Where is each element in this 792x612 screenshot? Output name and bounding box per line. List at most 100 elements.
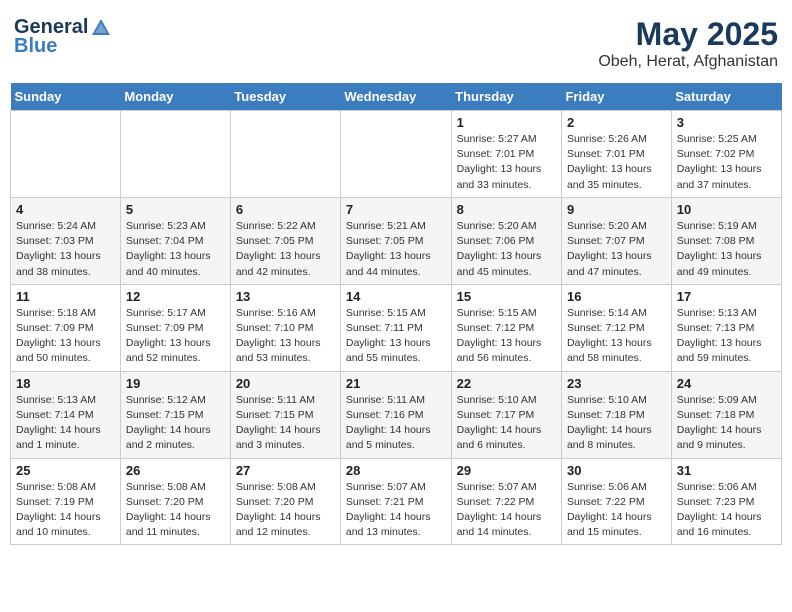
day-header-monday: Monday — [120, 83, 230, 111]
day-number: 20 — [236, 376, 335, 391]
day-number: 5 — [126, 202, 225, 217]
day-number: 24 — [677, 376, 776, 391]
calendar-cell: 14 Sunrise: 5:15 AM Sunset: 7:11 PM Dayli… — [340, 284, 451, 371]
day-header-sunday: Sunday — [11, 83, 121, 111]
day-number: 12 — [126, 289, 225, 304]
day-info: Sunrise: 5:20 AM Sunset: 7:07 PM Dayligh… — [567, 219, 666, 280]
week-row-3: 11 Sunrise: 5:18 AM Sunset: 7:09 PM Dayli… — [11, 284, 782, 371]
day-number: 25 — [16, 463, 115, 478]
day-number: 11 — [16, 289, 115, 304]
day-number: 2 — [567, 115, 666, 130]
day-header-friday: Friday — [561, 83, 671, 111]
day-number: 31 — [677, 463, 776, 478]
calendar-cell: 20 Sunrise: 5:11 AM Sunset: 7:15 PM Dayli… — [230, 371, 340, 458]
day-header-thursday: Thursday — [451, 83, 561, 111]
day-header-row: SundayMondayTuesdayWednesdayThursdayFrid… — [11, 83, 782, 111]
day-info: Sunrise: 5:07 AM Sunset: 7:21 PM Dayligh… — [346, 480, 446, 541]
day-info: Sunrise: 5:23 AM Sunset: 7:04 PM Dayligh… — [126, 219, 225, 280]
day-header-tuesday: Tuesday — [230, 83, 340, 111]
day-info: Sunrise: 5:11 AM Sunset: 7:15 PM Dayligh… — [236, 393, 335, 454]
day-number: 9 — [567, 202, 666, 217]
calendar-cell: 6Sunrise: 5:22 AM Sunset: 7:05 PM Daylig… — [230, 197, 340, 284]
day-number: 16 — [567, 289, 666, 304]
calendar-cell — [120, 111, 230, 198]
calendar-cell — [11, 111, 121, 198]
day-number: 13 — [236, 289, 335, 304]
calendar-cell: 8 Sunrise: 5:20 AM Sunset: 7:06 PM Daylig… — [451, 197, 561, 284]
calendar-cell: 31Sunrise: 5:06 AM Sunset: 7:23 PM Dayli… — [671, 458, 781, 545]
calendar-cell: 19 Sunrise: 5:12 AM Sunset: 7:15 PM Dayli… — [120, 371, 230, 458]
calendar-cell: 15Sunrise: 5:15 AM Sunset: 7:12 PM Dayli… — [451, 284, 561, 371]
day-info: Sunrise: 5:13 AM Sunset: 7:13 PM Dayligh… — [677, 306, 776, 367]
day-number: 23 — [567, 376, 666, 391]
calendar-cell: 24 Sunrise: 5:09 AM Sunset: 7:18 PM Dayli… — [671, 371, 781, 458]
day-number: 21 — [346, 376, 446, 391]
day-header-wednesday: Wednesday — [340, 83, 451, 111]
day-info: Sunrise: 5:15 AM Sunset: 7:11 PM Dayligh… — [346, 306, 446, 367]
day-info: Sunrise: 5:09 AM Sunset: 7:18 PM Dayligh… — [677, 393, 776, 454]
calendar-cell: 27Sunrise: 5:08 AM Sunset: 7:20 PM Dayli… — [230, 458, 340, 545]
calendar-cell: 22 Sunrise: 5:10 AM Sunset: 7:17 PM Dayli… — [451, 371, 561, 458]
calendar-cell: 4 Sunrise: 5:24 AM Sunset: 7:03 PM Daylig… — [11, 197, 121, 284]
week-row-1: 1 Sunrise: 5:27 AM Sunset: 7:01 PM Daylig… — [11, 111, 782, 198]
day-info: Sunrise: 5:20 AM Sunset: 7:06 PM Dayligh… — [457, 219, 556, 280]
day-info: Sunrise: 5:08 AM Sunset: 7:20 PM Dayligh… — [236, 480, 335, 541]
day-number: 3 — [677, 115, 776, 130]
day-info: Sunrise: 5:26 AM Sunset: 7:01 PM Dayligh… — [567, 132, 666, 193]
day-info: Sunrise: 5:14 AM Sunset: 7:12 PM Dayligh… — [567, 306, 666, 367]
day-info: Sunrise: 5:27 AM Sunset: 7:01 PM Dayligh… — [457, 132, 556, 193]
logo: General Blue — [14, 16, 112, 58]
calendar-title: May 2025 — [598, 16, 778, 53]
day-number: 22 — [457, 376, 556, 391]
calendar-cell: 23 Sunrise: 5:10 AM Sunset: 7:18 PM Dayli… — [561, 371, 671, 458]
calendar-cell: 12 Sunrise: 5:17 AM Sunset: 7:09 PM Dayli… — [120, 284, 230, 371]
day-number: 10 — [677, 202, 776, 217]
day-number: 8 — [457, 202, 556, 217]
day-info: Sunrise: 5:21 AM Sunset: 7:05 PM Dayligh… — [346, 219, 446, 280]
logo-icon — [90, 17, 112, 39]
day-number: 14 — [346, 289, 446, 304]
day-info: Sunrise: 5:24 AM Sunset: 7:03 PM Dayligh… — [16, 219, 115, 280]
calendar-cell: 30 Sunrise: 5:06 AM Sunset: 7:22 PM Dayli… — [561, 458, 671, 545]
day-info: Sunrise: 5:17 AM Sunset: 7:09 PM Dayligh… — [126, 306, 225, 367]
day-info: Sunrise: 5:19 AM Sunset: 7:08 PM Dayligh… — [677, 219, 776, 280]
calendar-cell: 9 Sunrise: 5:20 AM Sunset: 7:07 PM Daylig… — [561, 197, 671, 284]
day-number: 28 — [346, 463, 446, 478]
title-block: May 2025 Obeh, Herat, Afghanistan — [598, 16, 778, 71]
day-number: 1 — [457, 115, 556, 130]
calendar-cell: 3Sunrise: 5:25 AM Sunset: 7:02 PM Daylig… — [671, 111, 781, 198]
week-row-2: 4 Sunrise: 5:24 AM Sunset: 7:03 PM Daylig… — [11, 197, 782, 284]
day-header-saturday: Saturday — [671, 83, 781, 111]
logo-blue: Blue — [14, 35, 57, 58]
day-number: 7 — [346, 202, 446, 217]
calendar-cell: 21 Sunrise: 5:11 AM Sunset: 7:16 PM Dayli… — [340, 371, 451, 458]
calendar-cell: 7 Sunrise: 5:21 AM Sunset: 7:05 PM Daylig… — [340, 197, 451, 284]
day-number: 19 — [126, 376, 225, 391]
day-info: Sunrise: 5:08 AM Sunset: 7:19 PM Dayligh… — [16, 480, 115, 541]
day-number: 18 — [16, 376, 115, 391]
calendar-cell: 11 Sunrise: 5:18 AM Sunset: 7:09 PM Dayli… — [11, 284, 121, 371]
calendar-cell: 18Sunrise: 5:13 AM Sunset: 7:14 PM Dayli… — [11, 371, 121, 458]
day-info: Sunrise: 5:06 AM Sunset: 7:22 PM Dayligh… — [567, 480, 666, 541]
day-info: Sunrise: 5:12 AM Sunset: 7:15 PM Dayligh… — [126, 393, 225, 454]
calendar-cell: 26Sunrise: 5:08 AM Sunset: 7:20 PM Dayli… — [120, 458, 230, 545]
day-info: Sunrise: 5:10 AM Sunset: 7:18 PM Dayligh… — [567, 393, 666, 454]
day-number: 17 — [677, 289, 776, 304]
day-number: 29 — [457, 463, 556, 478]
calendar-cell — [340, 111, 451, 198]
day-number: 15 — [457, 289, 556, 304]
day-info: Sunrise: 5:11 AM Sunset: 7:16 PM Dayligh… — [346, 393, 446, 454]
day-info: Sunrise: 5:07 AM Sunset: 7:22 PM Dayligh… — [457, 480, 556, 541]
day-number: 30 — [567, 463, 666, 478]
day-info: Sunrise: 5:10 AM Sunset: 7:17 PM Dayligh… — [457, 393, 556, 454]
calendar-cell: 25 Sunrise: 5:08 AM Sunset: 7:19 PM Dayli… — [11, 458, 121, 545]
header: General Blue May 2025 Obeh, Herat, Afgha… — [10, 10, 782, 77]
day-info: Sunrise: 5:18 AM Sunset: 7:09 PM Dayligh… — [16, 306, 115, 367]
day-number: 4 — [16, 202, 115, 217]
calendar-cell: 1 Sunrise: 5:27 AM Sunset: 7:01 PM Daylig… — [451, 111, 561, 198]
calendar-cell: 10 Sunrise: 5:19 AM Sunset: 7:08 PM Dayli… — [671, 197, 781, 284]
week-row-5: 25 Sunrise: 5:08 AM Sunset: 7:19 PM Dayli… — [11, 458, 782, 545]
calendar-cell: 28 Sunrise: 5:07 AM Sunset: 7:21 PM Dayli… — [340, 458, 451, 545]
day-info: Sunrise: 5:08 AM Sunset: 7:20 PM Dayligh… — [126, 480, 225, 541]
calendar-cell: 2 Sunrise: 5:26 AM Sunset: 7:01 PM Daylig… — [561, 111, 671, 198]
